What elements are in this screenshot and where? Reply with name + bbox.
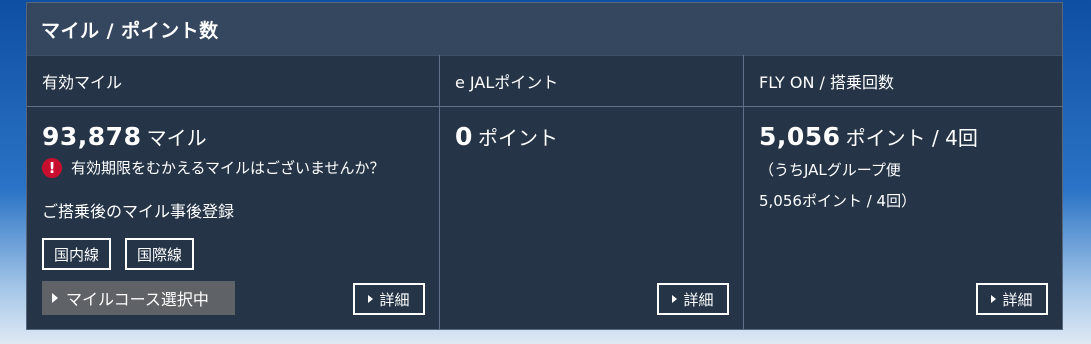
flyon-value: 5,056: [759, 122, 841, 151]
arrow-right-icon: [672, 295, 678, 303]
flyon-value-line: 5,056 ポイント / 4回: [759, 121, 1047, 153]
expiry-warning-link[interactable]: ! 有効期限をむかえるマイルはございませんか？: [42, 157, 424, 178]
retro-registration-buttons: 国内線 国際線: [42, 238, 424, 270]
flyon-header: FLY ON / 搭乗回数: [744, 55, 1062, 107]
flyon-group-line-2: 5,056ポイント / 4回）: [759, 192, 917, 210]
ejal-value-line: 0 ポイント: [455, 121, 728, 153]
ejal-detail-button[interactable]: 詳細: [657, 283, 729, 315]
miles-unit: マイル: [146, 126, 207, 150]
miles-column: 有効マイル 93,878 マイル ! 有効期限をむかえるマイルはございませんか？…: [27, 55, 440, 329]
retro-registration-label: ご搭乗後のマイル事後登録: [42, 202, 235, 221]
flyon-column: FLY ON / 搭乗回数 5,056 ポイント / 4回 （うちJALグループ…: [744, 55, 1062, 329]
alert-icon: !: [42, 157, 62, 178]
miles-detail-button[interactable]: 詳細: [353, 283, 425, 315]
arrow-right-icon: [368, 295, 374, 303]
flyon-detail-label: 詳細: [1002, 290, 1033, 309]
miles-value: 93,878: [42, 122, 142, 151]
miles-header: 有効マイル: [27, 55, 439, 107]
flyon-group-line-1: （うちJALグループ便: [759, 161, 901, 179]
ejal-unit: ポイント: [478, 126, 558, 150]
miles-points-panel: マイル / ポイント数 有効マイル 93,878 マイル ! 有効期限をむかえる…: [26, 2, 1063, 330]
international-button[interactable]: 国際線: [125, 238, 195, 270]
panel-title: マイル / ポイント数: [27, 3, 1062, 56]
ejal-column: e JALポイント 0 ポイント 詳細: [440, 55, 744, 329]
columns: 有効マイル 93,878 マイル ! 有効期限をむかえるマイルはございませんか？…: [27, 55, 1062, 329]
flyon-unit: ポイント / 4回: [845, 126, 978, 150]
ejal-header: e JALポイント: [440, 55, 743, 107]
ejal-value: 0: [455, 122, 473, 151]
flyon-detail-button[interactable]: 詳細: [976, 283, 1048, 315]
mile-course-button[interactable]: マイルコース選択中: [42, 281, 235, 315]
arrow-right-icon: [52, 293, 58, 303]
mile-course-label: マイルコース選択中: [66, 290, 209, 309]
miles-detail-label: 詳細: [379, 290, 410, 309]
domestic-button[interactable]: 国内線: [42, 238, 112, 270]
expiry-warning-text: 有効期限をむかえるマイルはございませんか？: [71, 159, 385, 177]
ejal-detail-label: 詳細: [683, 290, 714, 309]
miles-value-line: 93,878 マイル: [42, 121, 424, 153]
arrow-right-icon: [991, 295, 997, 303]
